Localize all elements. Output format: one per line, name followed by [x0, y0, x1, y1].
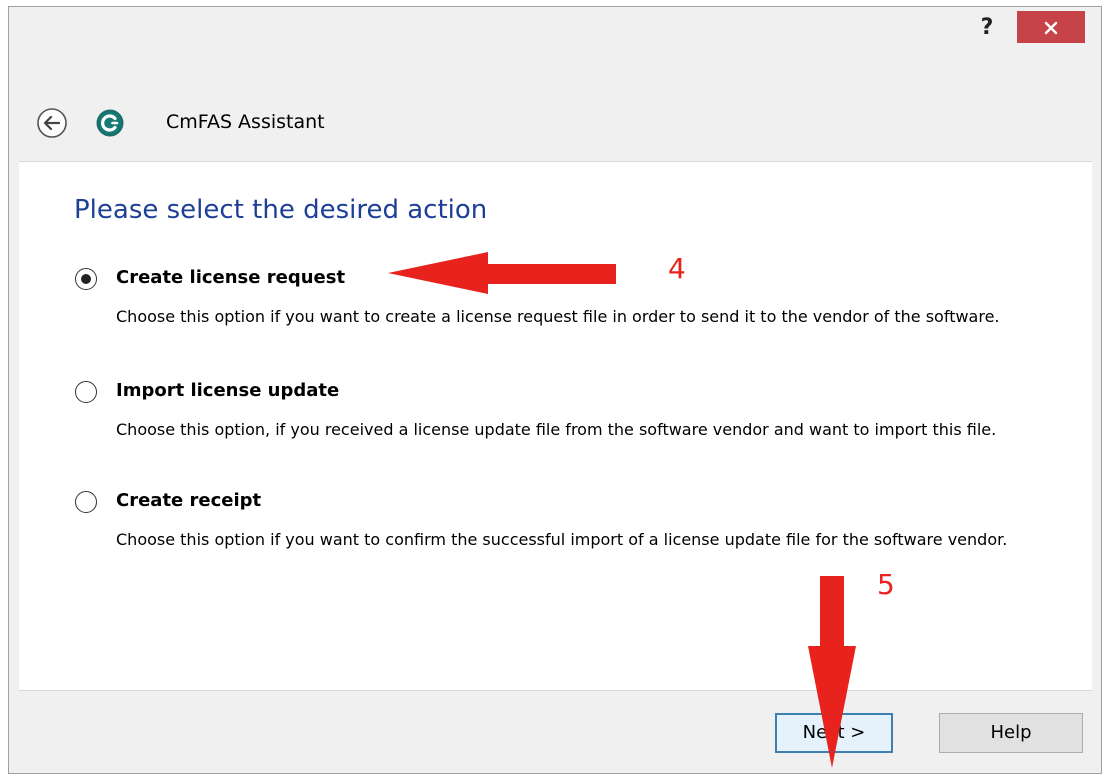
close-icon — [1044, 21, 1058, 34]
annotation-step-5: 5 — [877, 568, 895, 601]
back-arrow-icon[interactable] — [36, 107, 68, 139]
cmfas-app-icon — [96, 109, 124, 137]
page-heading: Please select the desired action — [74, 195, 488, 225]
assistant-window: ? CmFAS Assistant Please select the desi… — [8, 6, 1102, 774]
radio-import-license-update[interactable] — [75, 381, 97, 403]
option-label[interactable]: Create license request — [116, 267, 345, 288]
app-title: CmFAS Assistant — [166, 111, 325, 133]
annotation-arrow-down — [808, 576, 856, 768]
help-button[interactable]: Help — [939, 713, 1083, 753]
annotation-arrow-left — [388, 252, 616, 294]
option-description: Choose this option if you want to confir… — [116, 530, 1008, 549]
option-description: Choose this option, if you received a li… — [116, 420, 997, 439]
help-title-button[interactable]: ? — [969, 13, 1005, 43]
option-label[interactable]: Import license update — [116, 380, 339, 401]
annotation-step-4: 4 — [668, 252, 686, 285]
close-button[interactable] — [1017, 11, 1085, 43]
radio-create-license-request[interactable] — [75, 268, 97, 290]
content-panel: Please select the desired action Create … — [19, 161, 1092, 691]
option-label[interactable]: Create receipt — [116, 490, 261, 511]
option-description: Choose this option if you want to create… — [116, 307, 1000, 326]
radio-create-receipt[interactable] — [75, 491, 97, 513]
